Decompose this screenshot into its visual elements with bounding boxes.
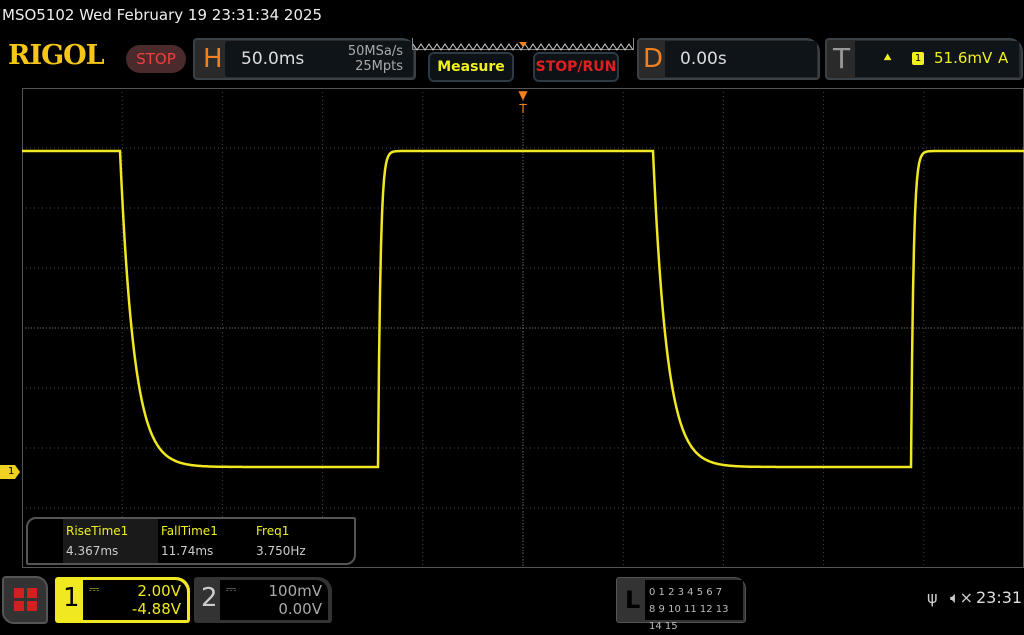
trigger-source: 1 — [912, 52, 924, 65]
channel2-scale: 100mV — [268, 582, 322, 600]
channel1-offset-marker[interactable]: 1 — [0, 465, 20, 479]
speaker-muted-icon[interactable]: 🔈︎× — [950, 588, 973, 608]
measurement-value: 3.750Hz — [256, 544, 306, 558]
trigger-mode: A — [998, 49, 1009, 67]
main-menu-button[interactable] — [2, 576, 48, 624]
trigger-panel[interactable]: T — [825, 38, 1023, 80]
trigger-letter: T — [833, 42, 851, 75]
window-title: MSO5102 Wed February 19 23:31:34 2025 — [2, 6, 323, 24]
horizontal-inner: 50.0ms 50MSa/s 25Mpts — [225, 41, 413, 77]
channel2-offset: 0.00V — [278, 600, 322, 618]
stop-run-button[interactable]: STOP/RUN — [533, 52, 619, 82]
status-clock: 23:31 — [976, 588, 1023, 607]
memory-depth: 25Mpts — [355, 59, 403, 74]
run-state-badge[interactable]: STOP — [126, 45, 186, 73]
measurement-label: RiseTime1 — [66, 524, 129, 538]
channel1-panel[interactable]: 1 ⎓ 2.00V -4.88V — [55, 577, 190, 623]
timebase-value: 50.0ms — [241, 49, 305, 69]
logic-panel[interactable]: L 0 1 2 3 4 5 6 7 8 9 10 11 12 13 14 15 — [616, 577, 746, 632]
logic-row: 0 1 2 3 4 5 6 7 — [649, 587, 723, 598]
channel2-panel[interactable]: 2 ⎓ 100mV 0.00V — [194, 577, 332, 623]
dc-coupling-icon: ⎓ — [89, 582, 100, 597]
logic-letter: L — [625, 586, 641, 614]
measurement-label: FallTime1 — [161, 524, 218, 538]
channel1-scale: 2.00V — [137, 582, 181, 600]
sample-rate: 50MSa/s — [347, 44, 403, 59]
sample-info: 50MSa/s 25Mpts — [335, 44, 403, 74]
rising-edge-icon: ⯅ — [882, 50, 894, 66]
delay-panel[interactable]: D — [637, 38, 820, 80]
menu-grid-icon — [27, 601, 37, 611]
measurement-label: Freq1 — [256, 524, 290, 538]
menu-grid-icon — [14, 588, 24, 598]
memory-overview-bar[interactable] — [412, 38, 634, 51]
delay-value: 0.00s — [680, 49, 727, 69]
channel1-number: 1 — [63, 583, 80, 613]
dc-coupling-icon: ⎓ — [226, 582, 237, 597]
waveform-graticule[interactable] — [22, 88, 1024, 568]
trigger-level: 51.6mV — [934, 49, 993, 67]
channel1-offset: -4.88V — [131, 600, 181, 618]
trigger-position-marker[interactable]: ▼ T — [516, 88, 530, 116]
usb-icon: ψ — [927, 588, 938, 607]
channel1-inner: ⎓ 2.00V -4.88V — [83, 580, 187, 620]
channel2-inner: ⎓ 100mV 0.00V — [220, 580, 328, 620]
measurement-value: 4.367ms — [66, 544, 119, 558]
channel2-number: 2 — [201, 583, 218, 613]
menu-grid-icon — [27, 588, 37, 598]
measurement-value: 11.74ms — [161, 544, 214, 558]
horizontal-letter: H — [203, 44, 223, 74]
menu-grid-icon — [14, 601, 24, 611]
measure-button[interactable]: Measure — [428, 52, 514, 82]
delay-letter: D — [643, 44, 664, 74]
horizontal-panel[interactable]: H 50.0ms 50MSa/s 25Mpts — [193, 38, 416, 80]
rigol-logo: RIGOL — [8, 40, 105, 71]
logic-channels: 0 1 2 3 4 5 6 7 8 9 10 11 12 13 14 15 — [645, 580, 743, 632]
measurement-panel: RiseTime1 4.367ms FallTime1 11.74ms Freq… — [26, 517, 356, 565]
